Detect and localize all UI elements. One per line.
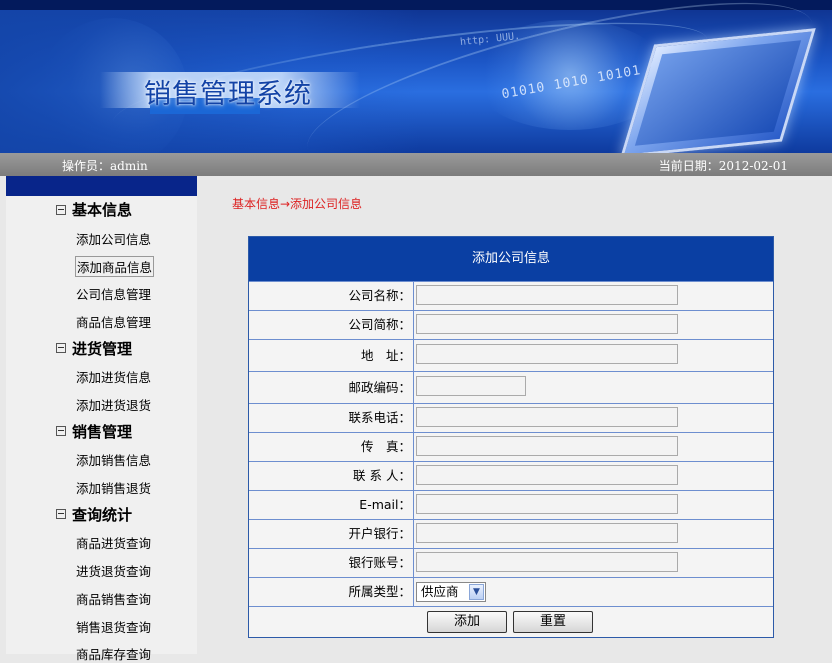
form-row: 联 系 人： [249,461,773,490]
sidebar-group[interactable]: 基本信息 [56,199,132,220]
form-title: 添加公司信息 [249,237,773,281]
chevron-down-icon[interactable]: ▼ [469,584,484,600]
address-label: 地 址： [249,340,414,371]
postal-code-label: 邮政编码： [249,372,414,403]
sidebar-nav [6,176,197,654]
sidebar-item[interactable]: 添加销售退货 [76,478,151,497]
sidebar-group-label: 销售管理 [72,422,133,441]
collapse-minus-icon[interactable] [56,343,66,353]
collapse-minus-icon[interactable] [56,204,66,215]
sidebar-item[interactable]: 添加公司信息 [76,229,151,248]
form-row: 银行账号： [249,548,773,577]
phone-label: 联系电话： [249,404,414,432]
sidebar-group-label: 查询统计 [72,505,133,524]
company-type-value: 供应商 [421,584,459,599]
sidebar-item[interactable]: 添加进货退货 [76,395,151,414]
header-banner: http: UUU. 01010 1010 10101 01010 10100 … [0,0,832,153]
sidebar-item[interactable]: 商品进货查询 [76,533,151,552]
operator-label: 操作员：admin [62,159,148,173]
contact-person-input[interactable] [416,465,678,485]
bank-input[interactable] [416,523,678,543]
current-date: 当前日期：2012-02-01 [658,159,788,173]
form-row: 开户银行： [249,519,773,548]
add-button[interactable]: 添加 [427,611,507,633]
form-row: E-mail： [249,490,773,519]
type-row: 所属类型： 供应商 ▼ [249,577,773,606]
sidebar-group[interactable]: 进货管理 [56,338,132,359]
fax-input[interactable] [416,436,678,456]
type-label: 所属类型： [249,578,414,606]
sidebar-item[interactable]: 商品销售查询 [76,589,151,608]
sidebar-item[interactable]: 商品信息管理 [76,312,151,331]
status-bar: 操作员：admin 当前日期：2012-02-01 [0,153,832,176]
bank-account-label: 银行账号： [249,549,414,577]
fax-label: 传 真： [249,433,414,461]
sidebar-group[interactable]: 查询统计 [56,504,132,525]
company-short-name-input[interactable] [416,314,678,334]
button-row: 添加 重置 [249,606,773,637]
form-row: 传 真： [249,432,773,461]
app-title: 销售管理系统 [144,79,312,110]
phone-input[interactable] [416,407,678,427]
bank-label: 开户银行： [249,520,414,548]
contact-person-label: 联 系 人： [249,462,414,490]
sidebar-group-label: 基本信息 [72,201,133,219]
company-type-select[interactable]: 供应商 ▼ [416,582,486,602]
postal-code-input[interactable] [416,376,526,396]
add-company-form: 添加公司信息 公司名称： 公司简称：地 址： 邮政编码： 联系电话：传 真：联 系 人… [248,236,774,638]
email-label: E-mail： [249,491,414,519]
sidebar-item[interactable]: 销售退货查询 [76,617,151,636]
bank-account-input[interactable] [416,552,678,572]
address-input[interactable] [416,344,678,364]
sidebar-group-label: 进货管理 [72,339,133,358]
sidebar-item[interactable]: 公司信息管理 [76,284,151,303]
sidebar-item[interactable]: 添加进货信息 [76,367,151,386]
sidebar-item[interactable]: 添加商品信息 [75,256,155,278]
collapse-minus-icon[interactable] [56,426,66,437]
form-row: 地 址： [249,339,773,371]
reset-button[interactable]: 重置 [513,611,593,633]
form-row: 公司名称： [249,281,773,310]
sidebar-item[interactable]: 添加销售信息 [76,450,151,469]
email-input[interactable] [416,494,678,514]
form-row: 邮政编码： [249,371,773,403]
company-name-label: 公司名称： [249,282,414,310]
breadcrumb: 基本信息→添加公司信息 [232,197,363,211]
form-row: 联系电话： [249,403,773,432]
sidebar-item[interactable]: 进货退货查询 [76,561,151,580]
sidebar-group[interactable]: 销售管理 [56,421,132,442]
collapse-minus-icon[interactable] [56,509,66,520]
company-short-name-label: 公司简称： [249,311,414,339]
company-name-input[interactable] [416,285,678,305]
form-row: 公司简称： [249,310,773,339]
sidebar-header-bar [6,176,197,196]
